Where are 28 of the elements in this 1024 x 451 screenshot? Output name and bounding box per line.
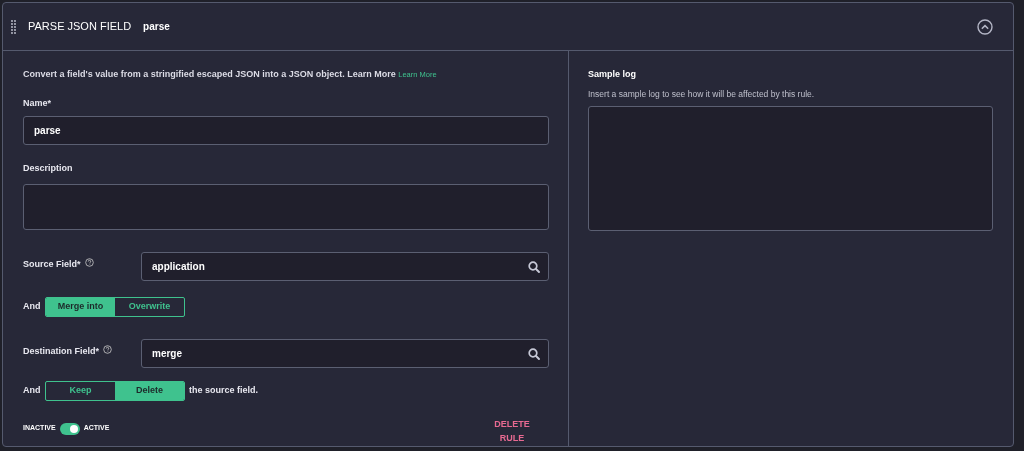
help-icon[interactable] bbox=[103, 344, 112, 354]
field-label: Source Field* bbox=[23, 257, 81, 271]
rule-name: parse bbox=[143, 20, 170, 34]
field-label: Name* bbox=[23, 96, 52, 110]
collapse-icon[interactable] bbox=[977, 18, 993, 35]
segment-option[interactable]: Keep bbox=[46, 381, 115, 400]
rule-type-title: PARSE JSON FIELD bbox=[28, 19, 132, 35]
drag-handle-icon[interactable] bbox=[11, 19, 16, 34]
segment-option[interactable]: Overwrite bbox=[115, 297, 184, 316]
field-label: Destination Field* bbox=[23, 344, 99, 358]
delete-rule-button[interactable]: DELETE RULE bbox=[487, 416, 537, 446]
sample-log-title: Sample log bbox=[588, 68, 637, 81]
and-label: And bbox=[23, 299, 42, 313]
segment-option[interactable]: Merge into bbox=[46, 297, 115, 316]
help-icon[interactable] bbox=[84, 257, 94, 267]
sample-log-hint: Insert a sample log to see how it will be affected by this rule. bbox=[588, 87, 816, 101]
name-input[interactable]: parse bbox=[23, 116, 549, 145]
status-toggle[interactable] bbox=[59, 422, 80, 435]
source-field-input[interactable]: application bbox=[141, 251, 549, 281]
destination-field-input[interactable]: merge bbox=[141, 338, 549, 368]
description-input[interactable] bbox=[23, 183, 549, 230]
search-icon[interactable] bbox=[528, 347, 540, 360]
field-label: Description bbox=[23, 162, 74, 175]
search-icon[interactable] bbox=[528, 260, 540, 273]
segment-option[interactable]: Delete bbox=[115, 381, 184, 400]
suffix-text: the source field. bbox=[189, 383, 259, 397]
sample-log-input[interactable] bbox=[588, 106, 993, 232]
and-label: And bbox=[23, 383, 42, 397]
